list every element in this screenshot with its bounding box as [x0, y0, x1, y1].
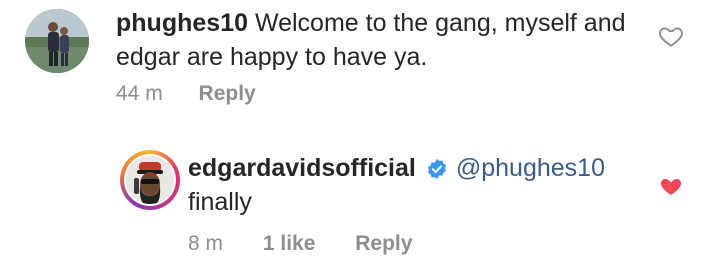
reply-button[interactable]: Reply [355, 232, 412, 255]
avatar[interactable] [25, 9, 89, 73]
reply-meta: 8 m 1 like Reply [188, 232, 446, 256]
reply-button[interactable]: Reply [199, 82, 256, 105]
verified-badge-icon [426, 156, 448, 188]
reply-header: edgardavidsofficial @phughes10 [188, 152, 605, 188]
comment-body: phughes10 Welcome to the gang, myself an… [116, 6, 636, 74]
comment-meta: 44 m Reply [116, 82, 256, 106]
reply-item: edgardavidsofficial @phughes10 finally 8 … [0, 140, 720, 255]
avatar-photo [25, 9, 89, 73]
comment-timestamp: 44 m [116, 82, 163, 105]
reply-timestamp: 8 m [188, 232, 224, 255]
likes-count[interactable]: 1 like [263, 232, 316, 255]
reply-username[interactable]: edgardavidsofficial [188, 154, 416, 182]
story-ring[interactable] [120, 150, 180, 210]
comment-username[interactable]: phughes10 [116, 9, 248, 37]
avatar-photo [126, 156, 174, 204]
reply-text: finally [188, 188, 252, 216]
mention-link[interactable]: @phughes10 [456, 154, 605, 182]
avatar [126, 156, 174, 204]
comment-item: phughes10 Welcome to the gang, myself an… [0, 0, 720, 118]
heart-filled-icon[interactable] [659, 174, 683, 198]
heart-outline-icon[interactable] [658, 23, 684, 49]
